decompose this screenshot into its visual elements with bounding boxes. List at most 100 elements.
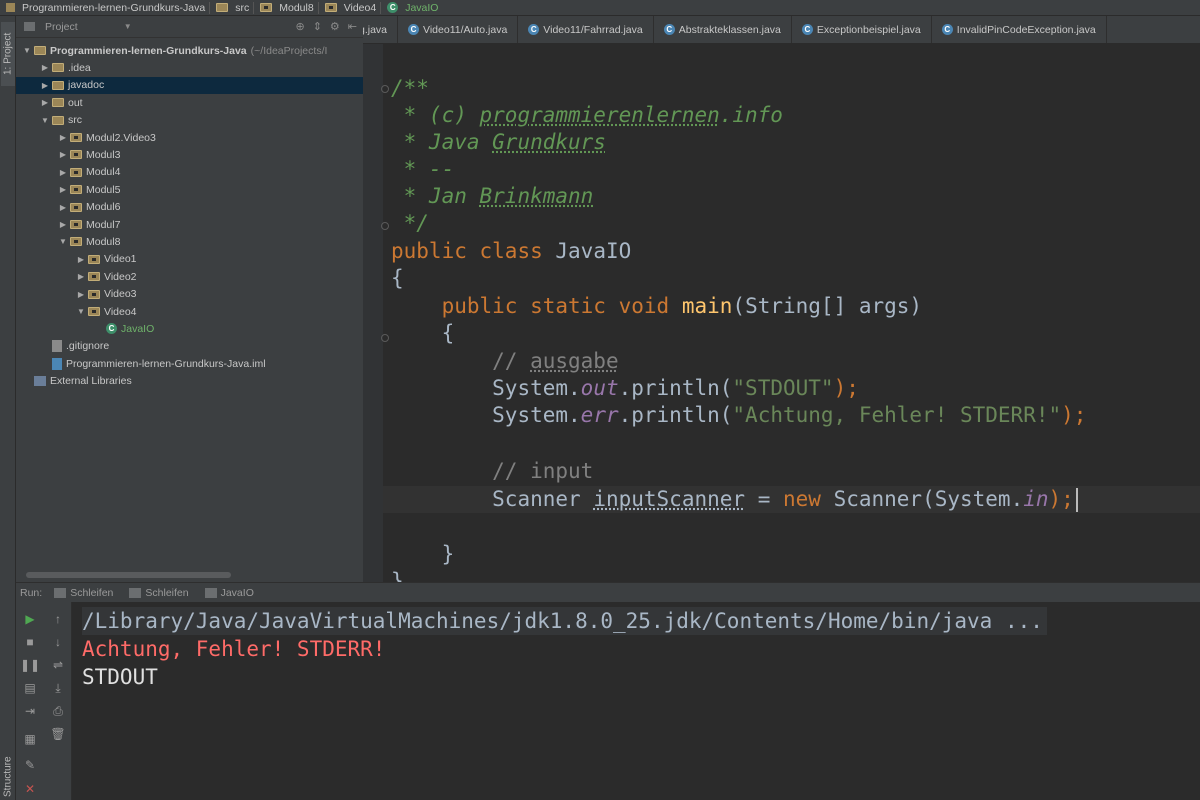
structure-tool-tab[interactable]: Structure bbox=[1, 754, 15, 800]
collapsed-arrow-icon[interactable]: ▶ bbox=[58, 185, 68, 194]
code-text: System. bbox=[492, 403, 581, 427]
project-tool-tab[interactable]: 1: Project bbox=[1, 22, 15, 86]
tree-item[interactable]: ▶ Modul3 bbox=[16, 146, 363, 163]
package-icon bbox=[70, 185, 82, 195]
chevron-down-icon[interactable]: ▼ bbox=[124, 22, 132, 31]
tree-item[interactable]: ▼ Programmieren-lernen-Grundkurs-Java (~/I… bbox=[16, 42, 363, 59]
tree-item[interactable]: ▶ Video2 bbox=[16, 268, 363, 285]
collapsed-arrow-icon[interactable]: ▶ bbox=[76, 272, 86, 281]
collapsed-arrow-icon[interactable]: ▶ bbox=[40, 63, 50, 72]
doc-comment: */ bbox=[391, 211, 429, 235]
tree-item[interactable]: C JavaIO bbox=[16, 320, 363, 337]
editor-tab[interactable]: C Abstrakteklassen.java bbox=[654, 16, 792, 43]
run-tab[interactable]: Schleifen bbox=[50, 587, 117, 599]
tree-item[interactable]: ▼ Modul8 bbox=[16, 233, 363, 250]
expanded-arrow-icon[interactable]: ▼ bbox=[58, 237, 68, 246]
tree-item[interactable]: ▶ Modul5 bbox=[16, 181, 363, 198]
tree-item[interactable]: ▶ javadoc bbox=[16, 76, 363, 94]
breadcrumb-label: Video4 bbox=[343, 1, 377, 14]
fold-marker-icon[interactable] bbox=[381, 334, 389, 342]
collapsed-arrow-icon[interactable]: ▶ bbox=[58, 133, 68, 142]
collapsed-arrow-icon[interactable]: ▶ bbox=[76, 290, 86, 299]
tree-item[interactable]: ▶ Modul2.Video3 bbox=[16, 129, 363, 146]
pause-icon[interactable]: ❚❚ bbox=[20, 658, 40, 672]
print-icon[interactable]: ⎙ bbox=[51, 704, 65, 718]
class-name: JavaIO bbox=[555, 239, 632, 263]
hide-panel-icon[interactable]: ⇤ bbox=[348, 20, 357, 33]
tree-item[interactable]: ▼ Video4 bbox=[16, 303, 363, 320]
exit-icon[interactable]: ⇥ bbox=[23, 704, 37, 718]
run-tab[interactable]: Schleifen bbox=[125, 587, 192, 599]
doc-comment: * Java Grundkurs bbox=[391, 130, 606, 154]
tree-item[interactable]: External Libraries bbox=[16, 373, 363, 390]
editor-tab[interactable]: C Video11/Auto.java bbox=[398, 16, 519, 43]
tree-item[interactable]: ▶ Modul4 bbox=[16, 164, 363, 181]
fold-marker-icon[interactable] bbox=[381, 222, 389, 230]
close-icon[interactable]: ✕ bbox=[23, 782, 37, 796]
project-view-selector[interactable]: Project bbox=[45, 21, 78, 33]
tree-item[interactable]: ▶ out bbox=[16, 94, 363, 111]
breadcrumb-javaio[interactable]: C JavaIO bbox=[385, 2, 442, 14]
scroll-from-source-icon[interactable]: ⊕ bbox=[295, 20, 304, 33]
tree-item[interactable]: ▶ Video3 bbox=[16, 286, 363, 303]
tree-item[interactable]: ▶ Modul7 bbox=[16, 216, 363, 233]
layout-icon[interactable]: ▦ bbox=[23, 732, 37, 746]
breadcrumb-video4[interactable]: Video4 bbox=[323, 1, 382, 14]
code-text: .println( bbox=[618, 403, 733, 427]
tree-item[interactable]: Programmieren-lernen-Grundkurs-Java.iml bbox=[16, 355, 363, 372]
collapsed-arrow-icon[interactable]: ▶ bbox=[76, 255, 86, 264]
pin-icon[interactable]: ✎ bbox=[23, 758, 37, 772]
expanded-arrow-icon[interactable]: ▼ bbox=[76, 307, 86, 316]
collapsed-arrow-icon[interactable]: ▶ bbox=[58, 220, 68, 229]
editor-gutter[interactable] bbox=[363, 44, 383, 582]
code-line: } bbox=[391, 568, 404, 582]
arrow-down-icon[interactable]: ↓ bbox=[51, 635, 65, 649]
collapsed-arrow-icon[interactable]: ▶ bbox=[58, 168, 68, 177]
run-console[interactable]: /Library/Java/JavaVirtualMachines/jdk1.8… bbox=[72, 602, 1200, 800]
expanded-arrow-icon[interactable]: ▼ bbox=[40, 116, 50, 125]
tree-item-label: JavaIO bbox=[121, 322, 155, 335]
breadcrumb-src[interactable]: src bbox=[214, 1, 255, 14]
tree-item[interactable]: ▶ Video1 bbox=[16, 251, 363, 268]
code-line: /** bbox=[391, 75, 429, 102]
doc-comment: /** bbox=[391, 76, 429, 100]
project-panel: Project ▼ ⊕ ⇕ ⚙ ⇤ ▼ Programmieren-lernen-… bbox=[16, 16, 363, 582]
fold-marker-icon[interactable] bbox=[381, 85, 389, 93]
collapsed-arrow-icon[interactable]: ▶ bbox=[58, 203, 68, 212]
gear-icon[interactable]: ⚙ bbox=[330, 20, 340, 33]
code-editor[interactable]: /** * (c) programmierenlernen.info * Jav… bbox=[363, 44, 1200, 582]
collapsed-arrow-icon[interactable]: ▶ bbox=[40, 81, 50, 90]
type-name: Scanner bbox=[492, 487, 581, 511]
keyword: class bbox=[479, 239, 543, 263]
soft-wrap-icon[interactable]: ⇌ bbox=[51, 658, 65, 672]
breadcrumb-modul8[interactable]: Modul8 bbox=[258, 1, 319, 14]
collapsed-arrow-icon[interactable]: ▶ bbox=[40, 98, 50, 107]
editor-tab[interactable]: g.java bbox=[363, 16, 399, 43]
scroll-to-end-icon[interactable]: ⤓ bbox=[51, 681, 65, 695]
tree-item[interactable]: .gitignore bbox=[16, 338, 363, 355]
tree-horizontal-scrollbar[interactable] bbox=[26, 572, 231, 578]
editor-tab[interactable]: C InvalidPinCodeException.java bbox=[932, 16, 1107, 43]
editor-tab[interactable]: C Exceptionbeispiel.java bbox=[792, 16, 932, 43]
run-tab[interactable]: JavaIO bbox=[201, 587, 258, 599]
breadcrumb-project[interactable]: Programmieren-lernen-Grundkurs-Java bbox=[4, 1, 211, 14]
editor-tab[interactable]: C Video11/Fahrrad.java bbox=[518, 16, 654, 43]
arrow-up-icon[interactable]: ↑ bbox=[51, 612, 65, 626]
run-config-icon bbox=[54, 587, 67, 598]
tree-item[interactable]: ▶ Modul6 bbox=[16, 199, 363, 216]
collapse-all-icon[interactable]: ⇕ bbox=[313, 20, 322, 33]
file-icon bbox=[52, 340, 62, 353]
rerun-icon[interactable]: ▶ bbox=[23, 612, 37, 626]
trash-icon[interactable]: 🗑 bbox=[50, 727, 65, 741]
expanded-arrow-icon[interactable]: ▼ bbox=[22, 46, 32, 55]
doc-word: Grundkurs bbox=[492, 130, 606, 154]
tree-item[interactable]: ▼ src bbox=[16, 112, 363, 129]
folder-icon bbox=[216, 3, 229, 12]
code-text: = bbox=[745, 487, 783, 511]
stop-icon[interactable]: ■ bbox=[23, 635, 37, 649]
dump-threads-icon[interactable]: ▤ bbox=[23, 681, 37, 695]
module-file-icon bbox=[52, 357, 62, 370]
tree-item[interactable]: ▶ .idea bbox=[16, 59, 363, 76]
breadcrumb-label: Programmieren-lernen-Grundkurs-Java bbox=[22, 1, 206, 14]
collapsed-arrow-icon[interactable]: ▶ bbox=[58, 150, 68, 159]
